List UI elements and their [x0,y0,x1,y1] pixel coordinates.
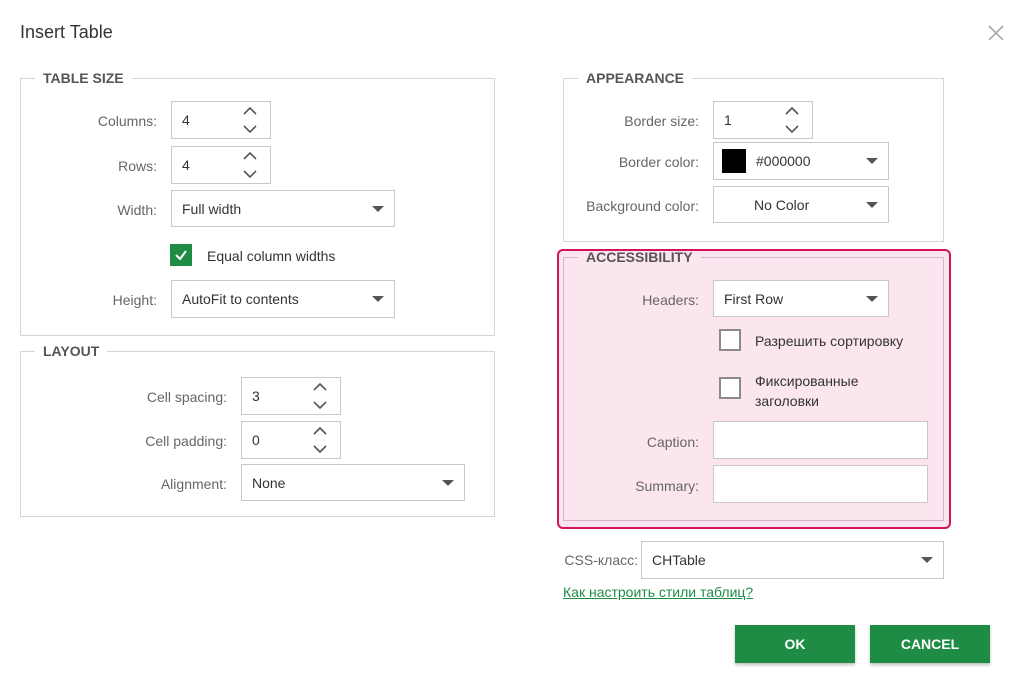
columns-label: Columns: [97,113,157,129]
chevron-up-icon[interactable] [243,106,257,115]
cell-padding-label: Cell padding: [145,433,227,449]
cell-padding-stepper[interactable]: 0 [241,421,341,459]
border-color-label: Border color: [618,154,699,170]
css-class-select[interactable]: CHTable [641,541,944,579]
close-icon[interactable] [985,22,1007,44]
fixed-headers-label-line1: Фиксированные [755,373,859,389]
cell-spacing-label: Cell spacing: [146,389,227,405]
background-color-label: Background color: [586,198,699,214]
summary-input[interactable] [713,465,928,503]
dropdown-arrow-icon [372,205,384,212]
headers-value: First Row [724,290,784,307]
summary-label: Summary: [635,478,699,494]
cell-spacing-stepper[interactable]: 3 [241,377,341,415]
background-color-value: No Color [754,196,810,213]
width-label: Width: [117,202,157,218]
alignment-select[interactable]: None [241,464,465,501]
css-class-value: CHTable [652,552,706,568]
fixed-headers-checkbox[interactable] [719,377,741,399]
caption-input[interactable] [713,421,928,459]
dropdown-arrow-icon [442,479,454,486]
equal-widths-label: Equal column widths [207,248,336,264]
rows-value: 4 [182,157,190,173]
headers-label: Headers: [642,292,699,308]
height-select[interactable]: AutoFit to contents [171,280,395,318]
table-size-legend: TABLE SIZE [43,70,124,86]
dropdown-arrow-icon [866,201,878,208]
border-size-value: 1 [724,112,732,128]
layout-legend: LAYOUT [43,343,100,359]
css-class-label: CSS-класс: [564,552,638,568]
chevron-up-icon[interactable] [313,382,327,391]
border-color-select[interactable]: #000000 [713,142,889,180]
checkmark-icon [175,250,187,261]
ok-button[interactable]: OK [735,625,855,663]
appearance-legend: APPEARANCE [586,70,685,86]
width-value: Full width [182,200,242,217]
rows-stepper[interactable]: 4 [171,146,271,184]
cell-padding-value: 0 [252,432,260,448]
dropdown-arrow-icon [921,557,933,563]
sorting-label: Разрешить сортировку [755,333,904,349]
alignment-value: None [252,474,286,491]
background-color-select[interactable]: No Color [713,186,889,223]
width-select[interactable]: Full width [171,190,395,227]
chevron-down-icon[interactable] [313,401,327,410]
dropdown-arrow-icon [866,158,878,164]
chevron-up-icon[interactable] [785,106,799,115]
columns-stepper[interactable]: 4 [171,101,271,139]
border-color-value: #000000 [756,153,811,169]
chevron-up-icon[interactable] [313,426,327,435]
cancel-button[interactable]: CANCEL [870,625,990,663]
rows-label: Rows: [118,158,157,174]
alignment-label: Alignment: [160,476,227,492]
headers-select[interactable]: First Row [713,280,889,317]
equal-widths-checkbox[interactable] [170,244,192,266]
chevron-up-icon[interactable] [243,151,257,160]
dialog-title: Insert Table [20,22,113,42]
dropdown-arrow-icon [866,295,878,302]
caption-label: Caption: [646,434,699,450]
accessibility-legend: ACCESSIBILITY [586,249,693,265]
border-size-stepper[interactable]: 1 [713,101,813,139]
fixed-headers-label-line2: заголовки [755,393,819,409]
height-label: Height: [112,292,157,308]
sorting-checkbox[interactable] [719,329,741,351]
chevron-down-icon[interactable] [243,125,257,134]
dropdown-arrow-icon [372,296,384,302]
color-swatch [722,149,746,173]
border-size-label: Border size: [624,113,699,129]
columns-value: 4 [182,112,190,128]
cell-spacing-value: 3 [252,388,260,404]
table-styles-help-link[interactable]: Как настроить стили таблиц? [563,584,753,600]
chevron-down-icon[interactable] [785,125,799,134]
height-value: AutoFit to contents [182,291,299,307]
chevron-down-icon[interactable] [313,445,327,454]
chevron-down-icon[interactable] [243,170,257,179]
